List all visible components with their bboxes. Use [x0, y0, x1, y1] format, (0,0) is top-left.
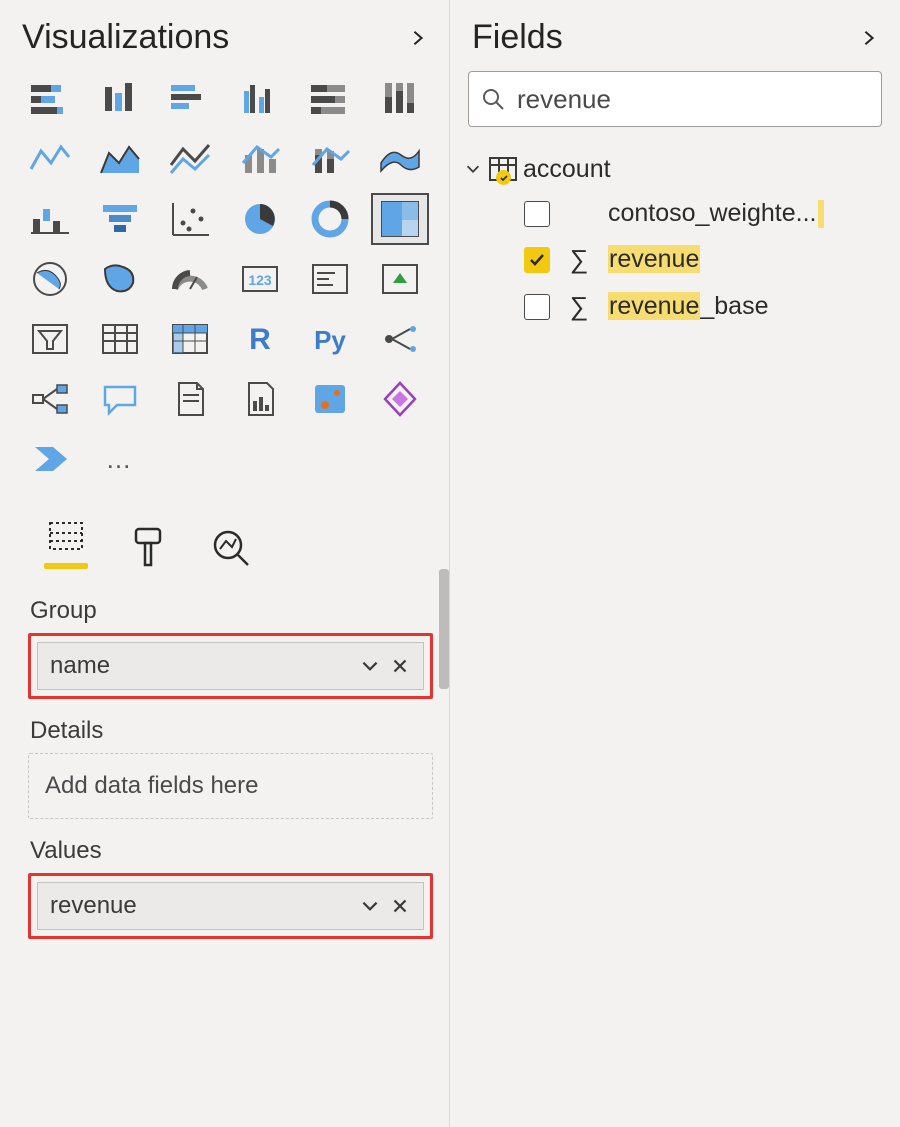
viz-map[interactable]	[21, 253, 79, 305]
viz-stacked-column[interactable]	[161, 73, 219, 125]
svg-text:R: R	[249, 323, 271, 356]
group-well[interactable]: name	[28, 633, 433, 699]
filter-applied-badge	[496, 170, 511, 185]
group-well-label: Group	[30, 597, 433, 625]
details-placeholder: Add data fields here	[37, 762, 424, 810]
viz-line-clustered-column[interactable]	[231, 133, 289, 185]
viz-stacked-bar[interactable]	[21, 73, 79, 125]
viz-power-apps[interactable]	[371, 373, 429, 425]
field-checkbox[interactable]	[524, 201, 550, 227]
viz-table[interactable]	[91, 313, 149, 365]
values-well[interactable]: revenue	[28, 873, 433, 939]
viz-more[interactable]: …	[91, 433, 149, 485]
viz-arcgis[interactable]	[301, 373, 359, 425]
search-input[interactable]	[515, 83, 869, 116]
viz-pie[interactable]	[231, 193, 289, 245]
viz-clustered-column[interactable]	[231, 73, 289, 125]
viz-area[interactable]	[91, 133, 149, 185]
field-contoso-weighted[interactable]: contoso_weighte...	[524, 199, 890, 228]
viz-donut[interactable]	[301, 193, 359, 245]
viz-waterfall[interactable]	[21, 193, 79, 245]
table-node-account[interactable]: account	[464, 149, 890, 189]
collapse-icon[interactable]	[860, 29, 878, 47]
table-name: account	[523, 155, 611, 184]
group-field-pill[interactable]: name	[37, 642, 424, 690]
viz-card[interactable]: 123	[231, 253, 289, 305]
sigma-icon: ∑	[568, 291, 590, 322]
field-checkbox[interactable]	[524, 247, 550, 273]
field-label: contoso_weighte...	[608, 199, 824, 228]
fields-tab[interactable]	[44, 513, 88, 569]
viz-multi-row-card[interactable]	[301, 253, 359, 305]
viz-property-tabs	[0, 485, 449, 569]
visualizations-header: Visualizations	[0, 0, 449, 63]
viz-kpi[interactable]	[371, 253, 429, 305]
visualizations-title: Visualizations	[22, 18, 229, 57]
viz-power-automate[interactable]	[21, 433, 79, 485]
details-well[interactable]: Add data fields here	[28, 753, 433, 819]
viz-stacked-area[interactable]	[161, 133, 219, 185]
viz-ribbon[interactable]	[371, 133, 429, 185]
viz-report-page[interactable]	[231, 373, 289, 425]
fields-pane: Fields account contoso_weighte... ∑ reve…	[450, 0, 900, 1127]
field-label: revenue	[608, 245, 700, 274]
chevron-down-icon[interactable]	[359, 655, 381, 677]
collapse-icon[interactable]	[409, 29, 427, 47]
field-checkbox[interactable]	[524, 294, 550, 320]
viz-r-visual[interactable]: R	[231, 313, 289, 365]
analytics-tab[interactable]	[208, 525, 252, 569]
scrollbar-thumb[interactable]	[439, 569, 449, 689]
fields-search[interactable]	[468, 71, 882, 127]
viz-decomposition-tree[interactable]	[21, 373, 79, 425]
viz-gauge[interactable]	[161, 253, 219, 305]
field-label: revenue_base	[608, 292, 768, 321]
fields-list: contoso_weighte... ∑ revenue ∑ revenue_b…	[464, 189, 890, 322]
format-tab[interactable]	[126, 525, 170, 569]
group-field-name: name	[50, 652, 110, 680]
viz-scatter[interactable]	[161, 193, 219, 245]
chevron-down-icon[interactable]	[359, 895, 381, 917]
remove-icon[interactable]	[389, 895, 411, 917]
fields-title: Fields	[472, 18, 563, 57]
chevron-down-icon	[464, 160, 482, 178]
viz-matrix[interactable]	[161, 313, 219, 365]
svg-text:123: 123	[248, 272, 272, 288]
viz-type-grid: 123 R Py …	[0, 63, 449, 485]
values-well-label: Values	[30, 837, 433, 865]
viz-stacked-bar-100[interactable]	[301, 73, 359, 125]
remove-icon[interactable]	[389, 655, 411, 677]
values-field-name: revenue	[50, 892, 137, 920]
viz-treemap[interactable]	[371, 193, 429, 245]
viz-python-visual[interactable]: Py	[301, 313, 359, 365]
viz-clustered-bar[interactable]	[91, 73, 149, 125]
sigma-icon: ∑	[568, 244, 590, 275]
viz-line[interactable]	[21, 133, 79, 185]
viz-line-stacked-column[interactable]	[301, 133, 359, 185]
viz-funnel[interactable]	[91, 193, 149, 245]
field-revenue-base[interactable]: ∑ revenue_base	[524, 291, 890, 322]
viz-key-influencers[interactable]	[371, 313, 429, 365]
svg-text:Py: Py	[314, 325, 346, 355]
viz-slicer[interactable]	[21, 313, 79, 365]
values-field-pill[interactable]: revenue	[37, 882, 424, 930]
viz-stacked-column-100[interactable]	[371, 73, 429, 125]
search-icon	[481, 87, 505, 111]
viz-qa[interactable]	[91, 373, 149, 425]
field-wells: Group name Details Add data fields here …	[0, 569, 449, 939]
details-well-label: Details	[30, 717, 433, 745]
viz-paginated[interactable]	[161, 373, 219, 425]
fields-tree: account contoso_weighte... ∑ revenue ∑ r…	[450, 131, 900, 322]
visualizations-pane: Visualizations 123 R	[0, 0, 450, 1127]
fields-header: Fields	[450, 0, 900, 63]
field-revenue[interactable]: ∑ revenue	[524, 244, 890, 275]
viz-filled-map[interactable]	[91, 253, 149, 305]
